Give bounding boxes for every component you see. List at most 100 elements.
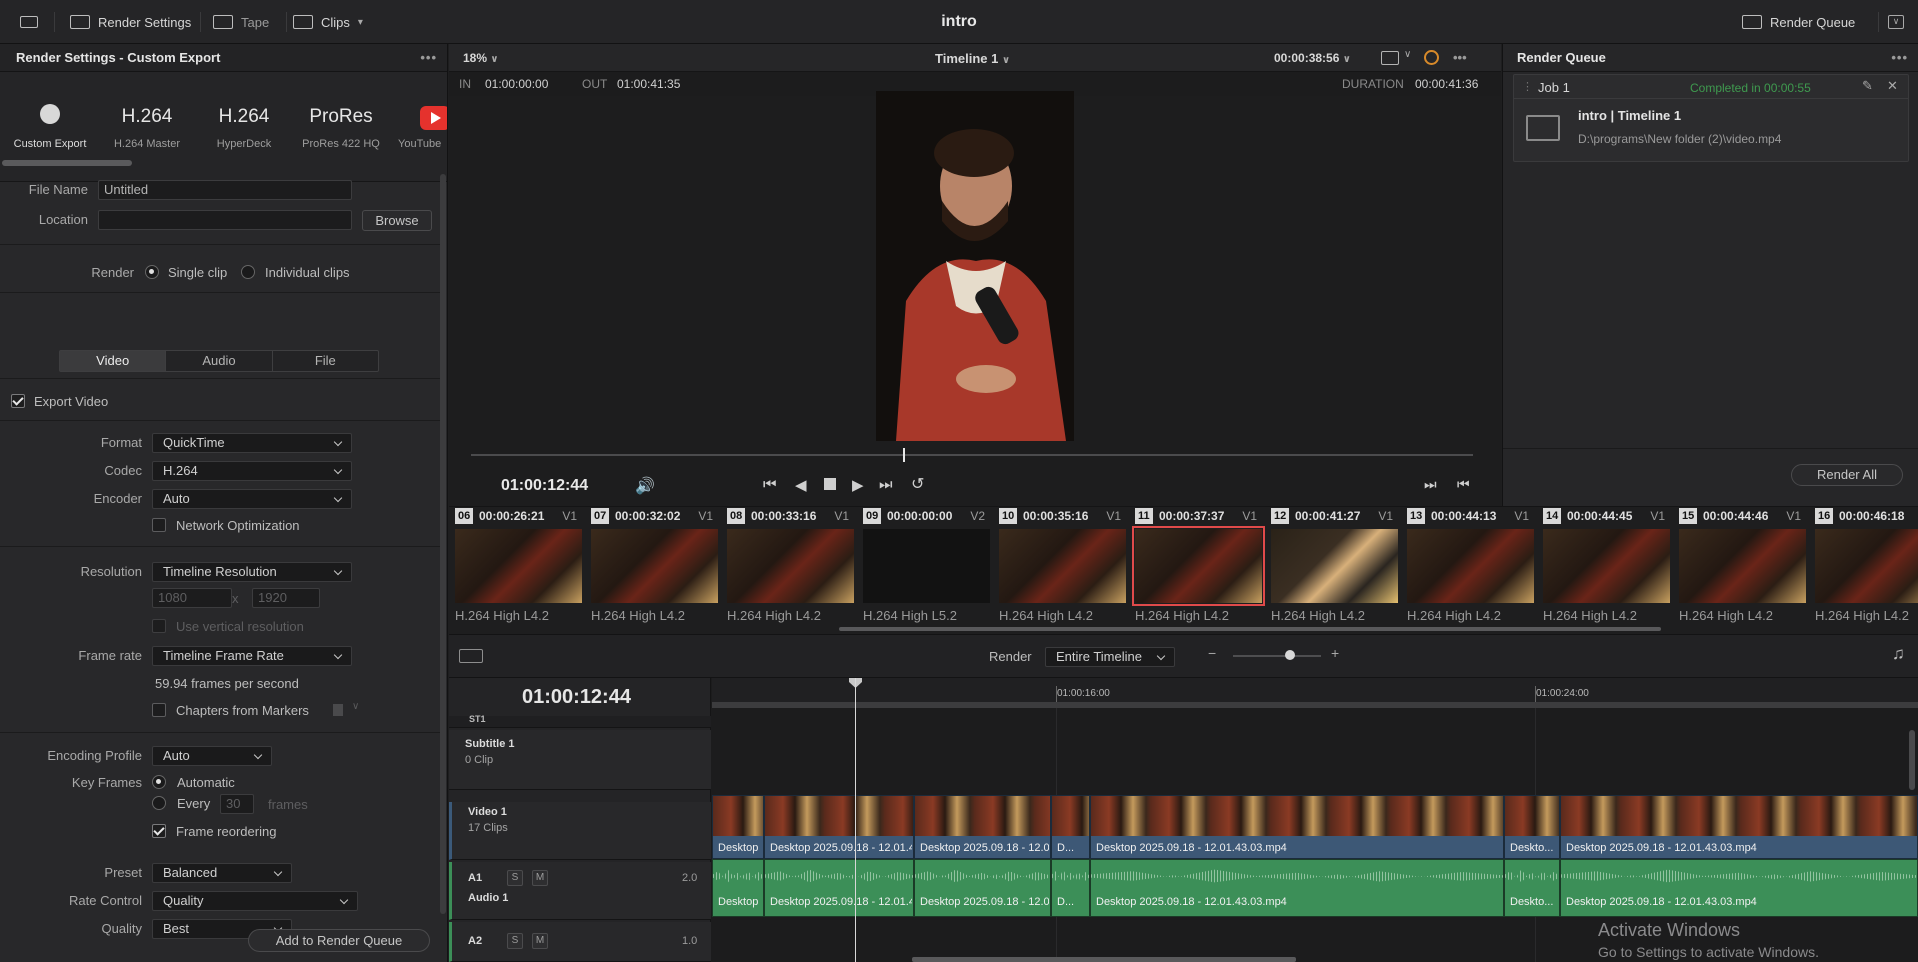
play-icon[interactable]: ▶ [852, 476, 864, 494]
video-clip[interactable]: Desktop 2025.09.18 - 12.01.43.03.mp4 [1560, 795, 1918, 859]
scrub-bar[interactable] [471, 454, 1473, 456]
tab-video[interactable]: Video [60, 351, 167, 371]
render-queue-toggle[interactable]: Render Queue [1742, 0, 1855, 44]
key-frames-every-radio[interactable] [152, 796, 166, 810]
video-clip[interactable]: Desktop ... [712, 795, 764, 859]
chevron-down-icon[interactable]: ∨ [352, 701, 359, 712]
timeline-hscrollbar[interactable] [912, 957, 1296, 962]
clip-thumbnail[interactable]: 08 00:00:33:16 V1 H.264 High L4.2 [721, 507, 855, 633]
playhead-line[interactable] [855, 678, 856, 962]
resolution-select[interactable]: Timeline Resolution [152, 562, 352, 582]
preset-hyperdeck[interactable]: H.264 HyperDeck [196, 72, 292, 182]
more-options-icon[interactable]: ••• [420, 44, 437, 72]
clip-thumbnail[interactable]: 13 00:00:44:13 V1 H.264 High L4.2 [1401, 507, 1535, 633]
clips-toggle[interactable]: Clips ▾ [293, 0, 363, 44]
drag-handle-icon[interactable]: ⋮ [1522, 80, 1533, 93]
render-all-button[interactable]: Render All [1791, 464, 1903, 486]
tab-file[interactable]: File [273, 351, 378, 371]
single-clip-radio[interactable] [145, 265, 159, 279]
zoom-slider-handle[interactable] [1285, 650, 1295, 660]
playback-sync-icon[interactable] [1424, 50, 1439, 65]
clip-thumbnail[interactable]: 10 00:00:35:16 V1 H.264 High L4.2 [993, 507, 1127, 633]
tape-toggle[interactable]: Tape [213, 0, 269, 44]
marker-color-icon[interactable] [333, 704, 343, 716]
audio-clip[interactable]: D... [1051, 859, 1090, 917]
rate-control-select[interactable]: Quality [152, 891, 358, 911]
key-frames-automatic-radio[interactable] [152, 775, 166, 789]
zoom-slider-track[interactable] [1233, 655, 1321, 657]
clip-thumbnail[interactable]: 16 00:00:46:18 H.264 High L4.2 [1809, 507, 1918, 633]
viewer-timecode[interactable]: 00:00:38:56 ∨ [1274, 51, 1351, 65]
solo-button[interactable]: S [507, 933, 523, 949]
next-clip-icon[interactable]: ⏭ [1424, 476, 1437, 493]
timeline-vscrollbar[interactable] [1909, 730, 1915, 790]
zoom-in-icon[interactable]: + [1331, 645, 1339, 661]
timeline-options-icon[interactable] [459, 649, 483, 663]
clip-thumbnail[interactable]: 12 00:00:41:27 V1 H.264 High L4.2 [1265, 507, 1399, 633]
mute-button[interactable]: M [532, 870, 548, 886]
timeline-select[interactable]: Timeline 1 ∨ [935, 51, 1010, 66]
render-range-select[interactable]: Entire Timeline [1045, 647, 1175, 667]
strip-scrollbar[interactable] [839, 627, 1661, 631]
audio-clip[interactable]: Deskto... [1504, 859, 1560, 917]
audio-clip[interactable]: Desktop 2025.09.18 - 12.01.43.03.mp4 [1560, 859, 1918, 917]
out-value[interactable]: 01:00:41:35 [617, 77, 680, 91]
solo-button[interactable]: S [507, 870, 523, 886]
audio-clip[interactable]: Desktop 2025.09.18 - 12.01.43.0... [764, 859, 914, 917]
codec-select[interactable]: H.264 [152, 461, 352, 481]
frame-reordering-checkbox[interactable] [152, 824, 166, 838]
chapters-checkbox[interactable] [152, 703, 166, 717]
expand-button[interactable]: ∨ [1888, 0, 1904, 44]
zoom-out-icon[interactable]: − [1208, 645, 1216, 661]
render-settings-toggle[interactable]: Render Settings [70, 0, 191, 44]
video-clip[interactable]: D... [1051, 795, 1090, 859]
resolution-width-field[interactable]: 1080 [152, 588, 232, 608]
video-clip[interactable]: Deskto... [1504, 795, 1560, 859]
clip-thumbnail[interactable]: 06 00:00:26:21 V1 H.264 High L4.2 [449, 507, 583, 633]
preset-youtube[interactable]: YouTube [390, 72, 447, 182]
use-vertical-checkbox[interactable] [152, 619, 166, 633]
preset-select[interactable]: Balanced [152, 863, 292, 883]
go-to-start-icon[interactable]: ⏮ [763, 476, 777, 493]
location-field[interactable] [98, 210, 352, 230]
scrub-head[interactable] [903, 448, 905, 462]
preset-scrollbar[interactable] [2, 160, 132, 166]
more-options-icon[interactable]: ••• [1453, 50, 1467, 65]
more-options-icon[interactable]: ••• [1891, 44, 1908, 72]
file-name-field[interactable]: Untitled [98, 180, 352, 200]
render-job[interactable]: ⋮ Job 1 Completed in 00:00:55 ✎ ✕ intro … [1513, 74, 1909, 162]
loop-icon[interactable]: ↺ [911, 474, 924, 494]
audio-clip[interactable]: Desktop ... [712, 859, 764, 917]
close-icon[interactable]: ✕ [1887, 78, 1898, 94]
frame-rate-select[interactable]: Timeline Frame Rate [152, 646, 352, 666]
key-frames-every-field[interactable]: 30 [220, 794, 254, 814]
audio-clip[interactable]: Desktop 2025.09.18 - 12.01.4... [914, 859, 1051, 917]
clip-thumbnail[interactable]: 14 00:00:44:45 V1 H.264 High L4.2 [1537, 507, 1671, 633]
format-select[interactable]: QuickTime [152, 433, 352, 453]
preset-prores-422-hq[interactable]: ProRes ProRes 422 HQ [293, 72, 389, 182]
mute-button[interactable]: M [532, 933, 548, 949]
audio-meter-icon[interactable]: ♫ [1892, 644, 1905, 664]
encoder-select[interactable]: Auto [152, 489, 352, 509]
export-video-checkbox[interactable] [11, 394, 25, 408]
resolution-height-field[interactable]: 1920 [252, 588, 320, 608]
tab-audio[interactable]: Audio [166, 351, 273, 371]
clip-thumbnail[interactable]: 15 00:00:44:46 V1 H.264 High L4.2 [1673, 507, 1807, 633]
encoding-profile-select[interactable]: Auto [152, 746, 272, 766]
timeline-ruler[interactable]: 01:00:16:00 01:00:24:00 [712, 678, 1918, 708]
reverse-icon[interactable]: ◀ [795, 476, 807, 494]
audio-clip[interactable]: Desktop 2025.09.18 - 12.01.43.03.mp4 [1090, 859, 1504, 917]
go-to-end-icon[interactable]: ⏭ [879, 476, 893, 493]
stop-icon[interactable] [824, 478, 836, 490]
chevron-down-icon[interactable]: ∨ [1404, 49, 1411, 60]
zoom-select[interactable]: 18% ∨ [463, 51, 499, 65]
edit-icon[interactable]: ✎ [1862, 78, 1873, 94]
previous-clip-icon[interactable]: ⏮ [1457, 476, 1470, 493]
volume-icon[interactable]: 🔊 [635, 476, 655, 496]
monitor-icon-button[interactable] [20, 0, 38, 44]
settings-scrollbar[interactable] [440, 174, 446, 914]
viewer-mode-icon[interactable] [1381, 51, 1399, 65]
individual-clips-radio[interactable] [241, 265, 255, 279]
clip-thumbnail[interactable]: 11 00:00:37:37 V1 H.264 High L4.2 [1129, 507, 1265, 633]
video-clip[interactable]: Desktop 2025.09.18 - 12.01.43.03.mp4 [1090, 795, 1504, 859]
